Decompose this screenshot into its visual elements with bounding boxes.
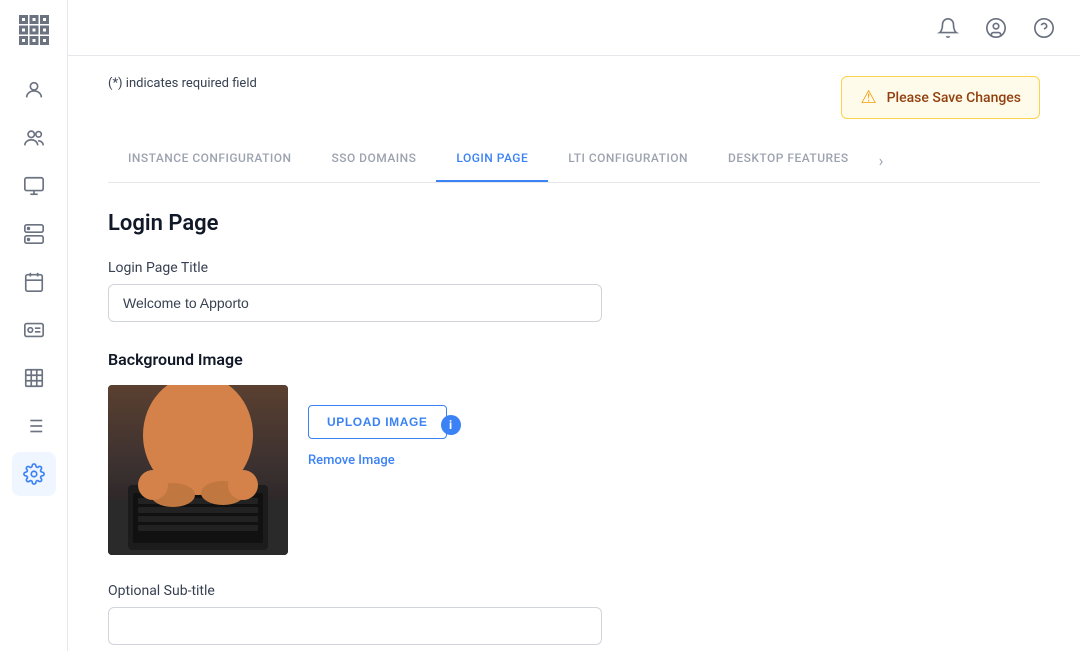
- sidebar-item-idcard[interactable]: [12, 308, 56, 352]
- login-page-title-label: Login Page Title: [108, 260, 1040, 276]
- sidebar-item-list[interactable]: [12, 404, 56, 448]
- sidebar-item-settings[interactable]: [12, 452, 56, 496]
- tab-more-button[interactable]: ›: [869, 139, 894, 182]
- main-content: (*) indicates required field ⚠ Please Sa…: [68, 0, 1080, 651]
- upload-controls: UPLOAD IMAGE i Remove Image: [308, 385, 447, 468]
- sidebar-item-table[interactable]: [12, 356, 56, 400]
- header-row: (*) indicates required field ⚠ Please Sa…: [108, 76, 1040, 119]
- tab-desktop-features[interactable]: DESKTOP FEATURES: [708, 139, 869, 182]
- tab-sso-domains[interactable]: SSO DOMAINS: [311, 139, 436, 182]
- optional-subtitle-label: Optional Sub-title: [108, 583, 1040, 599]
- bell-icon[interactable]: [932, 12, 964, 44]
- sidebar: [0, 0, 68, 651]
- login-page-title-input[interactable]: [108, 284, 602, 322]
- optional-subtitle-input[interactable]: [108, 607, 602, 645]
- alert-triangle-icon: ⚠: [860, 87, 876, 108]
- tabs-container: INSTANCE CONFIGURATION SSO DOMAINS LOGIN…: [108, 139, 1040, 183]
- sidebar-item-monitor[interactable]: [12, 164, 56, 208]
- user-circle-icon[interactable]: [980, 12, 1012, 44]
- alert-banner: ⚠ Please Save Changes: [841, 76, 1040, 119]
- sidebar-item-users[interactable]: [12, 116, 56, 160]
- alert-message: Please Save Changes: [887, 90, 1021, 106]
- topbar: [68, 0, 1080, 56]
- sidebar-item-user[interactable]: [12, 68, 56, 112]
- image-section: UPLOAD IMAGE i Remove Image: [108, 385, 1040, 555]
- sidebar-item-calendar[interactable]: [12, 260, 56, 304]
- sidebar-item-server[interactable]: [12, 212, 56, 256]
- background-image-label: Background Image: [108, 350, 1040, 369]
- optional-subtitle-section: Optional Sub-title: [108, 583, 1040, 645]
- remove-image-link[interactable]: Remove Image: [308, 453, 447, 468]
- tab-instance-configuration[interactable]: INSTANCE CONFIGURATION: [108, 139, 311, 182]
- info-badge: i: [441, 415, 461, 435]
- question-circle-icon[interactable]: [1028, 12, 1060, 44]
- upload-image-button[interactable]: UPLOAD IMAGE: [308, 405, 447, 439]
- content-area: (*) indicates required field ⚠ Please Sa…: [68, 56, 1080, 651]
- sidebar-grid-icon[interactable]: [16, 12, 52, 48]
- tab-login-page[interactable]: LOGIN PAGE: [436, 139, 548, 182]
- required-note: (*) indicates required field: [108, 76, 257, 91]
- background-image-preview: [108, 385, 288, 555]
- tab-lti-configuration[interactable]: LTI CONFIGURATION: [548, 139, 708, 182]
- page-title: Login Page: [108, 211, 1040, 236]
